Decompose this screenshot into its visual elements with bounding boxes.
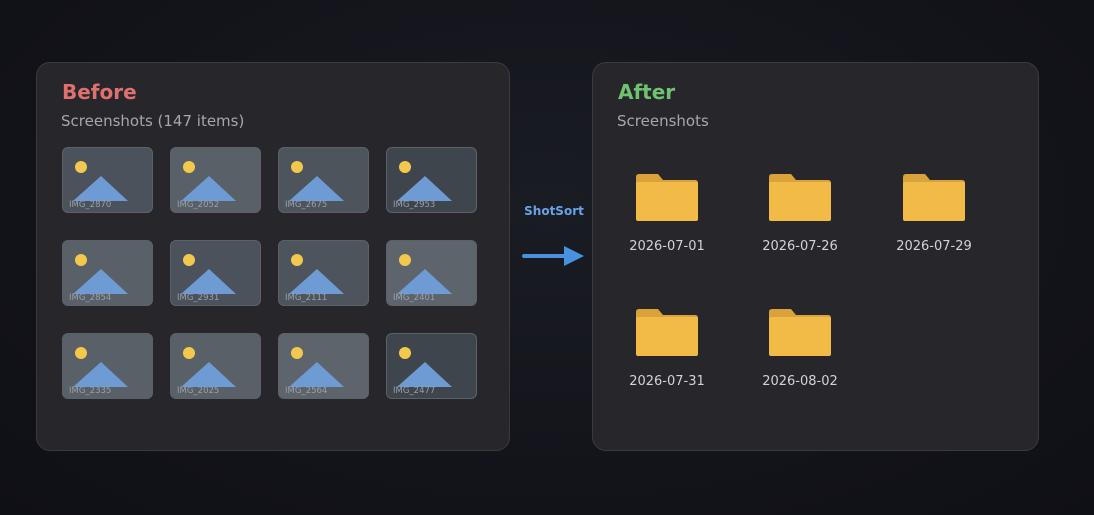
image-file-thumbnail[interactable]: IMG_2111 bbox=[278, 240, 369, 306]
image-file-thumbnail[interactable]: IMG_2335 bbox=[62, 333, 153, 399]
image-file-thumbnail[interactable]: IMG_2931 bbox=[170, 240, 261, 306]
folder-icon bbox=[636, 309, 698, 356]
date-folder[interactable]: 2026-07-31 bbox=[612, 308, 722, 408]
date-folder[interactable]: 2026-07-26 bbox=[745, 173, 855, 273]
right-arrow-icon bbox=[522, 246, 584, 266]
folder-name: 2026-07-01 bbox=[629, 239, 705, 254]
image-file-thumbnail[interactable]: IMG_2675 bbox=[278, 147, 369, 213]
folder-icon bbox=[903, 174, 965, 221]
file-name: IMG_2401 bbox=[393, 293, 436, 303]
before-panel: Before Screenshots (147 items) IMG_2870 … bbox=[36, 62, 510, 451]
image-file-thumbnail[interactable]: IMG_2870 bbox=[62, 147, 153, 213]
image-file-thumbnail[interactable]: IMG_2401 bbox=[386, 240, 477, 306]
date-folder[interactable]: 2026-07-29 bbox=[879, 173, 989, 273]
file-name: IMG_2477 bbox=[393, 386, 436, 396]
image-file-thumbnail[interactable]: IMG_2854 bbox=[62, 240, 153, 306]
after-panel: After Screenshots 2026-07-01 2026-07-26 … bbox=[592, 62, 1039, 451]
folder-name: 2026-07-26 bbox=[762, 239, 838, 254]
file-name: IMG_2854 bbox=[69, 293, 112, 303]
file-name: IMG_2052 bbox=[177, 200, 220, 210]
folder-name: 2026-07-31 bbox=[629, 374, 705, 389]
image-file-thumbnail[interactable]: IMG_2025 bbox=[170, 333, 261, 399]
date-folder[interactable]: 2026-08-02 bbox=[745, 308, 855, 408]
file-name: IMG_2870 bbox=[69, 200, 112, 210]
file-name: IMG_2564 bbox=[285, 386, 328, 396]
before-title: Before bbox=[62, 80, 137, 104]
shotsort-label: ShotSort bbox=[524, 204, 584, 218]
after-folder-path: Screenshots bbox=[617, 112, 709, 130]
file-name: IMG_2111 bbox=[285, 293, 328, 303]
file-name: IMG_2025 bbox=[177, 386, 220, 396]
file-name: IMG_2931 bbox=[177, 293, 220, 303]
folder-name: 2026-07-29 bbox=[896, 239, 972, 254]
image-file-thumbnail[interactable]: IMG_2953 bbox=[386, 147, 477, 213]
after-title: After bbox=[618, 80, 676, 104]
folder-icon bbox=[769, 174, 831, 221]
file-name: IMG_2953 bbox=[393, 200, 436, 210]
before-folder-path: Screenshots (147 items) bbox=[61, 112, 245, 130]
image-file-thumbnail[interactable]: IMG_2052 bbox=[170, 147, 261, 213]
folder-icon bbox=[769, 309, 831, 356]
date-folder[interactable]: 2026-07-01 bbox=[612, 173, 722, 273]
file-name: IMG_2335 bbox=[69, 386, 112, 396]
file-name: IMG_2675 bbox=[285, 200, 328, 210]
image-file-thumbnail[interactable]: IMG_2477 bbox=[386, 333, 477, 399]
folder-icon bbox=[636, 174, 698, 221]
image-file-thumbnail[interactable]: IMG_2564 bbox=[278, 333, 369, 399]
folder-name: 2026-08-02 bbox=[762, 374, 838, 389]
